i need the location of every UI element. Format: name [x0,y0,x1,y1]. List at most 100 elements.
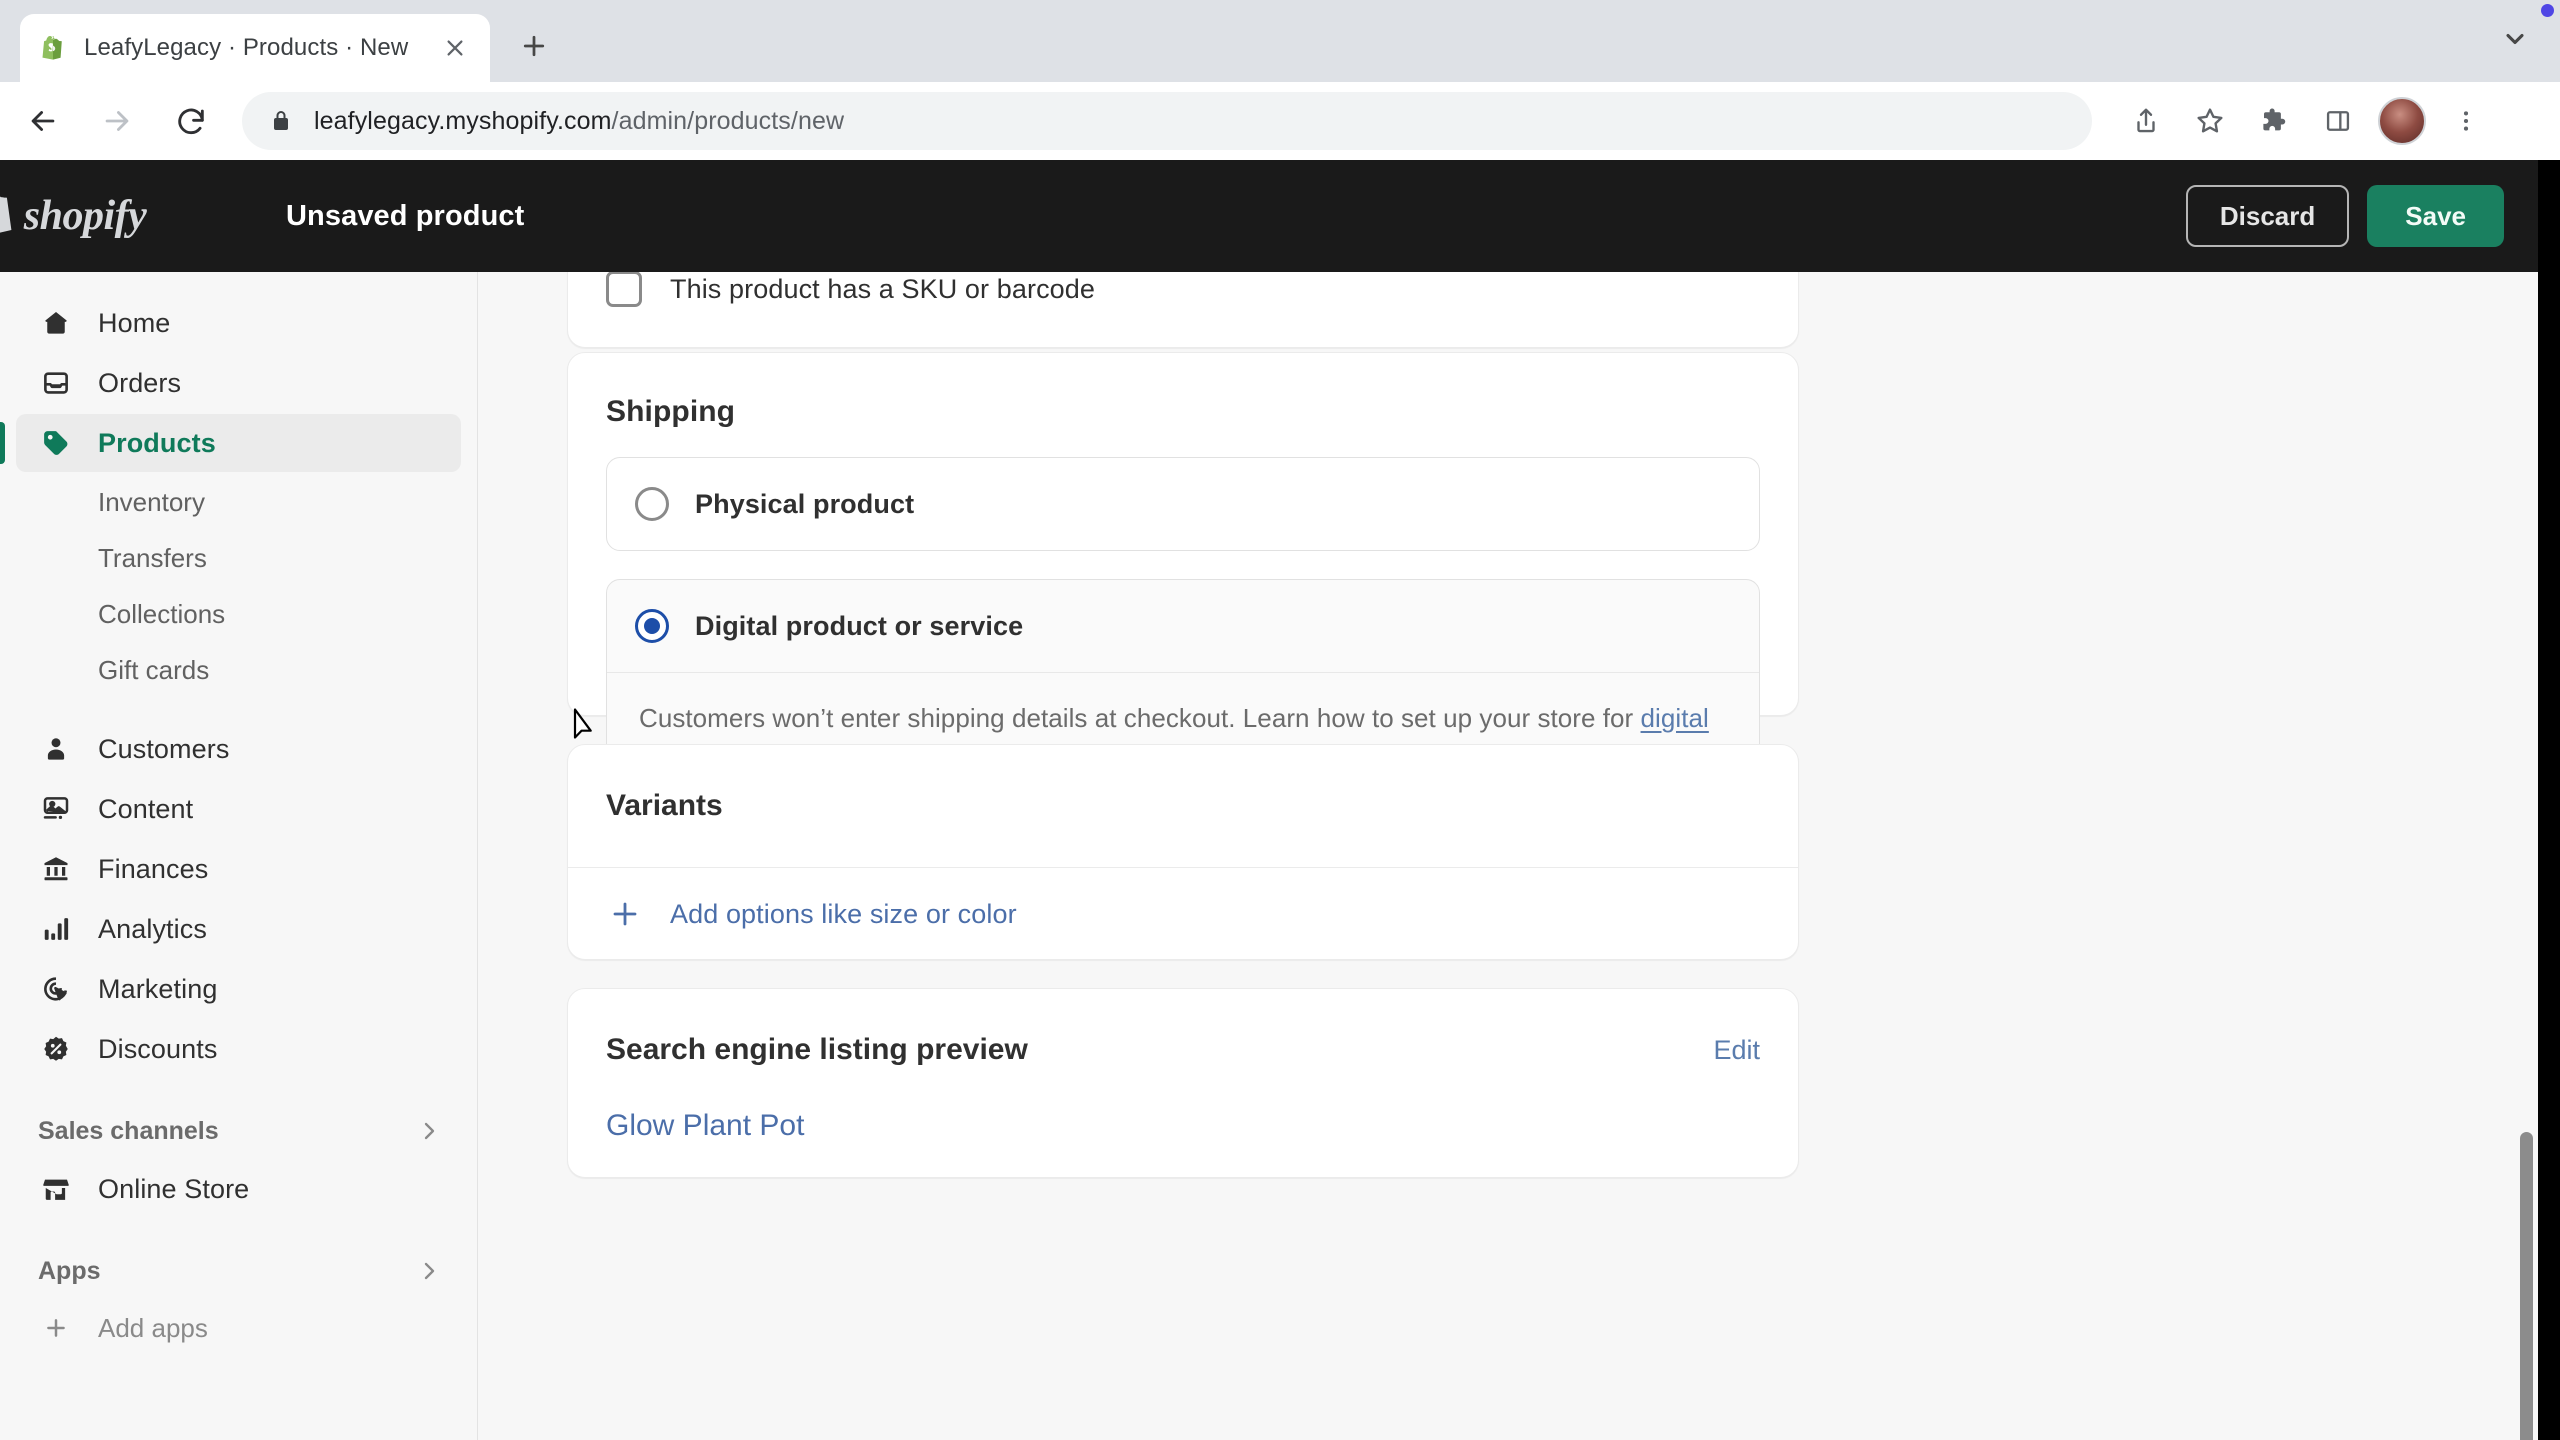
sidebar-item-marketing[interactable]: Marketing [16,960,461,1018]
sidebar-item-orders[interactable]: Orders [16,354,461,412]
seo-snippet-title: Glow Plant Pot [606,1109,805,1142]
sidebar-item-label: Customers [98,733,230,764]
shopify-bag-icon [0,189,18,244]
page-title: Unsaved product [286,199,525,232]
nav-divider-gap [0,1220,477,1242]
sidebar-item-label: Marketing [98,973,218,1004]
shopify-logo[interactable]: shopify [0,189,147,244]
brand-name: shopify [23,193,147,239]
browser-tab[interactable]: LeafyLegacy · Products · New [20,14,490,82]
sidebar-item-home[interactable]: Home [16,294,461,352]
sku-checkbox-label: This product has a SKU or barcode [670,273,1096,304]
variants-title: Variants [606,789,723,822]
url-path: /admin/products/new [611,106,845,135]
sidebar-item-analytics[interactable]: Analytics [16,900,461,958]
chrome-menu-icon[interactable] [2438,93,2494,149]
physical-product-label: Physical product [695,488,915,519]
nav-divider-gap [0,698,477,720]
share-icon[interactable] [2118,93,2174,149]
sidebar-item-discounts[interactable]: Discounts [16,1020,461,1078]
new-tab-button[interactable] [512,26,556,70]
bookmark-star-icon[interactable] [2182,93,2238,149]
sidebar-item-label: Home [98,307,171,338]
help-text: Customers won’t enter shipping details a… [639,703,1641,733]
add-apps-label: Add apps [98,1312,208,1343]
app-topbar: shopify Unsaved product Discard Save [0,160,2538,272]
add-options-button[interactable]: Add options like size or color [568,867,1798,960]
content-image-icon [38,791,74,827]
url-host: leafylegacy.myshopify.com [314,106,612,135]
side-panel-icon[interactable] [2310,93,2366,149]
sidebar-item-online-store[interactable]: Online Store [16,1160,461,1218]
extensions-puzzle-icon[interactable] [2246,93,2302,149]
notification-dot [2541,4,2554,17]
tab-title: LeafyLegacy · Products · New [84,34,409,61]
lock-icon [268,108,294,134]
chevron-down-icon [2501,25,2529,58]
discount-percent-icon [38,1031,74,1067]
marketing-target-icon [38,971,74,1007]
sidebar-section-apps[interactable]: Apps [16,1242,461,1300]
nav-divider-gap [0,1080,477,1102]
browser-window: LeafyLegacy · Products · New leafylegacy… [0,0,2560,1440]
sidebar-item-inventory[interactable]: Inventory [16,474,461,530]
vertical-scrollbar[interactable] [2520,1132,2533,1440]
sku-checkbox[interactable] [606,272,642,307]
sidebar-section-sales-channels[interactable]: Sales channels [16,1102,461,1160]
seo-header: Search engine listing preview Edit [606,989,1760,1067]
sidebar-item-transfers[interactable]: Transfers [16,530,461,586]
shipping-title: Shipping [606,395,736,428]
sidebar-item-content[interactable]: Content [16,780,461,838]
sidebar-subitem-label: Collections [98,598,226,629]
sidebar-item-products[interactable]: Products [0,414,461,472]
sidebar-item-finances[interactable]: Finances [16,840,461,898]
tab-search-button[interactable] [2492,20,2538,62]
forward-arrow-icon [86,90,148,152]
sidebar-item-label: Orders [98,367,182,398]
plus-icon [38,1310,74,1346]
sidebar-item-customers[interactable]: Customers [16,720,461,778]
add-options-label: Add options like size or color [670,898,1017,929]
tab-strip: LeafyLegacy · Products · New [0,0,2560,82]
sidebar-item-label: Products [98,427,216,458]
sidebar-subitem-label: Gift cards [98,654,210,685]
sidebar-nav: Home Orders Products Inventory Transfers… [0,272,478,1440]
url-text: leafylegacy.myshopify.com/admin/products… [314,107,844,136]
discard-button[interactable]: Discard [2185,185,2350,247]
shipping-card: Shipping Physical product Digital produc… [567,352,1799,808]
product-tag-icon [38,425,74,461]
main-content: This product has a SKU or barcode Shippi… [479,272,2538,1440]
chevron-right-icon [417,1119,441,1143]
avatar [2378,97,2426,145]
shopify-admin: shopify Unsaved product Discard Save Hom… [0,160,2538,1440]
address-bar[interactable]: leafylegacy.myshopify.com/admin/products… [242,92,2092,150]
digital-product-label: Digital product or service [695,610,1024,641]
close-icon[interactable] [438,31,472,65]
seo-edit-button[interactable]: Edit [1713,1035,1760,1066]
digital-product-radio[interactable] [635,609,669,643]
sidebar-item-label: Discounts [98,1033,218,1064]
back-arrow-icon[interactable] [12,90,74,152]
digital-product-row[interactable]: Digital product or service [607,580,1759,672]
add-apps-button[interactable]: Add apps [16,1300,461,1356]
topbar-actions: Discard Save [2185,160,2504,272]
shopify-bag-icon [38,33,68,63]
sidebar-item-gift-cards[interactable]: Gift cards [16,642,461,698]
physical-product-row[interactable]: Physical product [607,458,1759,550]
physical-product-radio[interactable] [635,487,669,521]
orders-inbox-icon [38,365,74,401]
sidebar-subitem-label: Transfers [98,542,207,573]
chevron-right-icon [417,1259,441,1283]
sku-checkbox-row[interactable]: This product has a SKU or barcode [568,272,1798,307]
sidebar-subitem-label: Inventory [98,486,205,517]
sidebar-section-label: Apps [38,1256,101,1285]
reload-icon[interactable] [160,90,222,152]
sku-card: This product has a SKU or barcode [567,272,1799,348]
profile-avatar[interactable] [2374,93,2430,149]
physical-product-option[interactable]: Physical product [606,457,1760,551]
sidebar-item-collections[interactable]: Collections [16,586,461,642]
toolbar-icon-group [2114,93,2498,149]
seo-title: Search engine listing preview [606,1033,1028,1066]
save-button[interactable]: Save [2367,185,2504,247]
customer-person-icon [38,731,74,767]
